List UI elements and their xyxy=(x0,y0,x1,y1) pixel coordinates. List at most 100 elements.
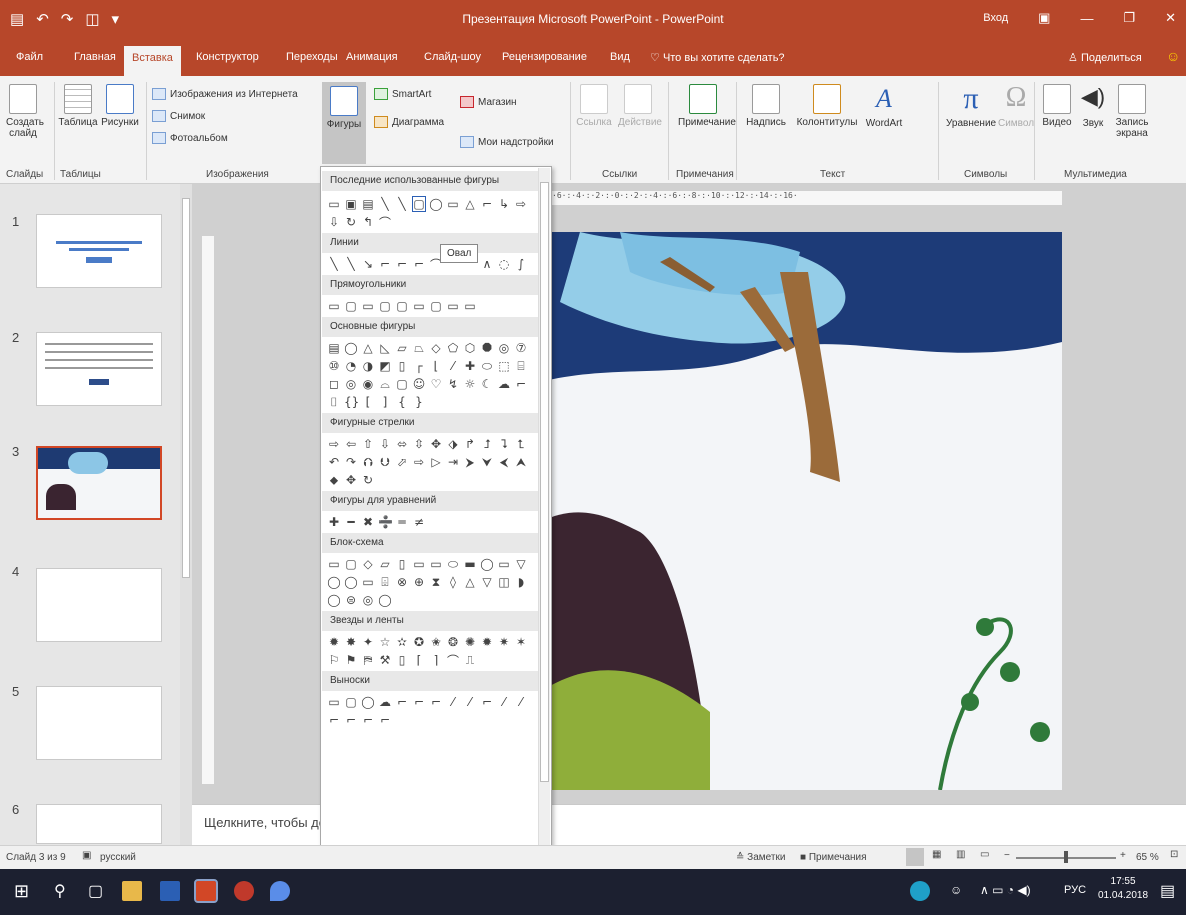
fit-slide-icon[interactable]: ⊡ xyxy=(1170,849,1178,860)
tab-file[interactable]: Файл xyxy=(16,51,43,63)
slide-thumbnail-4[interactable] xyxy=(36,568,162,642)
slide-thumbnail-5[interactable] xyxy=(36,686,162,760)
word-icon[interactable] xyxy=(160,881,180,901)
lines-row[interactable]: ╲ ╲ ↘ ⌐ ⌐ ⌐ ⌒ ⌒ ⌒ ∧ ◌ ∫ xyxy=(327,255,537,273)
sign-in-link[interactable]: Вход xyxy=(983,12,1008,24)
slide-thumbnail-6[interactable] xyxy=(36,804,162,844)
stars-row[interactable]: ✹ ✸ ✦ ☆ ✫ ✪ ✬ ❂ ✺ ✹ ✷ ✶ xyxy=(327,633,537,651)
slide-thumbnail-1[interactable] xyxy=(36,214,162,288)
task-view-icon[interactable]: ▢ xyxy=(88,881,108,901)
tab-insert[interactable]: Вставка xyxy=(124,46,181,76)
callouts-row[interactable]: ▭ ▢ ◯ ☁ ⌐ ⌐ ⌐ ⁄ ⁄ ⌐ ⁄ ⁄ xyxy=(327,693,537,711)
tab-view[interactable]: Вид xyxy=(610,51,630,63)
scrollbar-thumb[interactable] xyxy=(182,198,190,578)
symbol-button[interactable]: Ω Символ xyxy=(996,82,1036,129)
recent-shapes-row[interactable]: ⇩ ↻ ↰ ⌒ xyxy=(327,213,537,231)
recent-shapes-row[interactable]: ▭ ▣ ▤ ╲ ╲ ▢ ◯ ▭ △ ⌐ ↳ ⇨ xyxy=(327,195,537,213)
tab-transitions[interactable]: Переходы xyxy=(286,51,338,63)
zoom-in-icon[interactable]: + xyxy=(1120,850,1126,861)
zoom-slider-thumb[interactable] xyxy=(1064,851,1068,863)
minimize-icon[interactable]: — xyxy=(1080,11,1093,26)
zoom-out-icon[interactable]: − xyxy=(1004,850,1010,861)
pictures-button[interactable]: Рисунки xyxy=(100,84,140,128)
maximize-icon[interactable]: ❐ xyxy=(1123,10,1135,26)
normal-view-icon[interactable] xyxy=(906,848,924,866)
smartart-button[interactable]: SmartArt xyxy=(374,88,431,100)
flowchart-row[interactable]: ◯ ⊜ ◎ ◯ xyxy=(327,591,537,609)
input-language[interactable]: РУС xyxy=(1064,884,1086,896)
tell-me-box[interactable]: ♡ Что вы хотите сделать? xyxy=(650,51,785,64)
share-button[interactable]: ♙ Поделиться xyxy=(1068,51,1142,64)
basic-shapes-row[interactable]: ▤ ◯ △ ◺ ▱ ⏢ ◇ ⬠ ⬡ ⯃ ◎ ⑦ xyxy=(327,339,537,357)
tab-design[interactable]: Конструктор xyxy=(196,51,259,63)
equation-shapes-row[interactable]: ✚ ━ ✖ ➗ ═ ≠ xyxy=(327,513,537,531)
basic-shapes-row[interactable]: ⌷{}[]{} xyxy=(327,393,537,411)
tab-home[interactable]: Главная xyxy=(74,51,116,63)
new-slide-button[interactable]: Создать слайд xyxy=(6,84,44,139)
shapes-gallery[interactable]: Последние использованные фигуры ▭ ▣ ▤ ╲ ╲ ▢ ◯ ▭… xyxy=(320,166,552,856)
clock[interactable]: 17:55 01.04.2018 xyxy=(1098,875,1148,903)
current-slide[interactable] xyxy=(540,232,1062,790)
zoom-level[interactable]: 65 % xyxy=(1136,852,1159,863)
thumbnails-scrollbar[interactable] xyxy=(180,184,192,845)
arrows-row[interactable]: ⬥ ✥ ↻ xyxy=(327,471,537,489)
header-footer-button[interactable]: Колонтитулы xyxy=(796,84,858,128)
close-icon[interactable]: ✕ xyxy=(1165,10,1176,26)
smiley-icon[interactable]: ☺ xyxy=(1166,48,1180,64)
gallery-scrollbar-thumb[interactable] xyxy=(540,182,549,782)
online-pictures-button[interactable]: Изображения из Интернета xyxy=(152,88,298,100)
shapes-button[interactable]: Фигуры xyxy=(322,82,366,164)
file-explorer-icon[interactable] xyxy=(122,881,142,901)
tray-icons[interactable]: ∧ ▭ ◔ ◀) xyxy=(980,883,1031,897)
equation-button[interactable]: π Уравнение xyxy=(946,82,996,129)
slide-sorter-icon[interactable]: ▦ xyxy=(932,849,941,860)
slide-thumbnail-3[interactable] xyxy=(36,446,162,520)
ribbon-display-icon[interactable]: ▣ xyxy=(1038,10,1050,26)
hyperlink-button[interactable]: Ссылка xyxy=(574,84,614,128)
video-button[interactable]: Видео xyxy=(1040,84,1074,128)
my-addins-button[interactable]: Мои надстройки xyxy=(460,136,554,148)
chart-button[interactable]: Диаграмма xyxy=(374,116,444,128)
basic-shapes-row[interactable]: ⑩ ◔ ◑ ◩ ▯ ┌ ⌊ ⁄ ✚ ⬭ ⬚ ⌸ xyxy=(327,357,537,375)
stars-row[interactable]: ⚐ ⚑ ⛿ ⚒ ▯ ⌈ ⌉ ⌒ ⎍ xyxy=(327,651,537,669)
search-icon[interactable]: ⚲ xyxy=(54,881,74,901)
wordart-button[interactable]: A WordArt xyxy=(862,84,906,129)
gallery-header-recent: Последние использованные фигуры xyxy=(322,171,538,191)
arrows-row[interactable]: ⇨ ⇦ ⇧ ⇩ ⬄ ⇳ ✥ ⬗ ↱ ⮥ ⮧ ⮤ xyxy=(327,435,537,453)
flowchart-row[interactable]: ◯ ◯ ▭ ⌹ ⊗ ⊕ ⧗ ◊ △ ▽ ◫ ◗ xyxy=(327,573,537,591)
photo-album-button[interactable]: Фотоальбом xyxy=(152,132,228,144)
comment-button[interactable]: Примечание xyxy=(678,84,736,128)
screen-recording-button[interactable]: Запись экрана xyxy=(1112,84,1152,139)
language-indicator[interactable]: русский xyxy=(100,852,136,863)
yandex-browser-icon[interactable] xyxy=(234,881,254,901)
store-button[interactable]: Магазин xyxy=(460,96,517,108)
slideshow-view-icon[interactable]: ▭ xyxy=(980,849,989,860)
tab-slideshow[interactable]: Слайд-шоу xyxy=(424,51,481,63)
tab-review[interactable]: Рецензирование xyxy=(502,51,587,63)
action-button[interactable]: Действие xyxy=(618,84,662,128)
divider xyxy=(54,82,55,180)
windows-start-icon[interactable]: ⊞ xyxy=(14,881,34,901)
reading-view-icon[interactable]: ▥ xyxy=(956,849,965,860)
screenshot-button[interactable]: Снимок xyxy=(152,110,205,122)
help-icon[interactable] xyxy=(910,881,930,901)
notifications-icon[interactable]: ▤ xyxy=(1160,881,1175,901)
group-comments: Примечания xyxy=(676,169,734,180)
powerpoint-icon[interactable] xyxy=(194,879,218,903)
app-icon[interactable] xyxy=(270,881,290,901)
comments-toggle[interactable]: ■ Примечания xyxy=(800,852,867,863)
flowchart-row[interactable]: ▭ ▢ ◇ ▱ ▯ ▭ ▭ ⬭ ▬ ◯ ▭ ▽ xyxy=(327,555,537,573)
callouts-row[interactable]: ⌐ ⌐ ⌐ ⌐ xyxy=(327,711,537,729)
notes-toggle[interactable]: ≙ Заметки xyxy=(736,852,785,863)
rectangles-row[interactable]: ▭ ▢ ▭ ▢ ▢ ▭ ▢ ▭ ▭ xyxy=(327,297,537,315)
textbox-button[interactable]: Надпись xyxy=(746,84,786,128)
basic-shapes-row[interactable]: ◻ ◎ ◉ ⌓ ▢ ☺ ♡ ↯ ☼ ☾ ☁ ⌐ xyxy=(327,375,537,393)
spellcheck-icon[interactable]: ▣ xyxy=(82,850,91,861)
arrows-row[interactable]: ↶ ↷ ⮉ ⮋ ⬀ ⇨ ▷ ⇥ ⮞ ⮟ ⮜ ⮝ xyxy=(327,453,537,471)
tab-animations[interactable]: Анимация xyxy=(346,51,398,63)
people-icon[interactable]: ☺ xyxy=(950,883,962,897)
slide-thumbnail-2[interactable] xyxy=(36,332,162,406)
table-button[interactable]: Таблица xyxy=(58,84,98,128)
audio-button[interactable]: ◀) Звук xyxy=(1076,84,1110,129)
gallery-scrollbar[interactable] xyxy=(538,168,550,854)
